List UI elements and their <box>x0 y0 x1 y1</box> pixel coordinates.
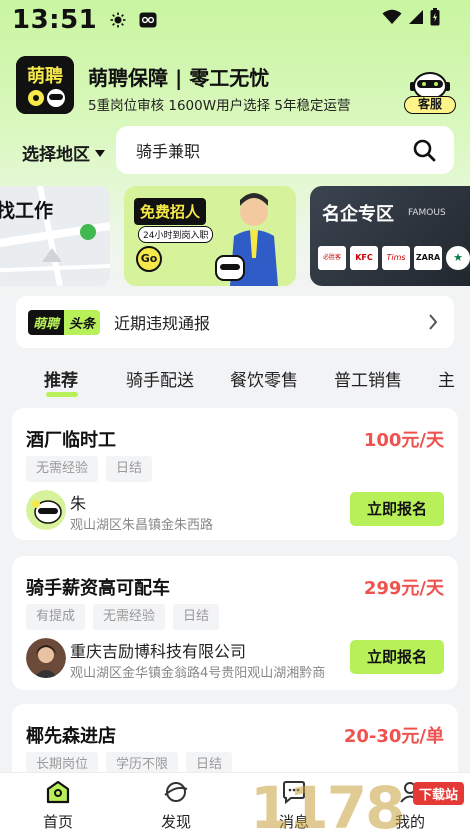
banner-famous-sub: FAMOUS <box>408 208 446 218</box>
company-avatar <box>26 490 66 530</box>
svg-text:萌聘: 萌聘 <box>27 65 63 87</box>
brand-logo-tims: Tims <box>382 246 410 270</box>
brand-logo-pizza-hut: 必胜客 <box>318 246 346 270</box>
discover-icon <box>164 782 188 802</box>
search-icon[interactable] <box>412 138 436 166</box>
nav-profile[interactable]: 我的 <box>380 779 440 832</box>
tab-rider-delivery[interactable]: 骑手配送 <box>126 366 194 391</box>
job-title: 酒厂临时工 <box>26 430 116 451</box>
wifi-icon <box>382 9 402 29</box>
battery-icon <box>430 8 440 30</box>
news-tag-headline: 头条 <box>64 309 101 335</box>
tab-food-retail[interactable]: 餐饮零售 <box>230 366 298 391</box>
status-time: 13:51 <box>12 5 98 35</box>
company-address: 观山湖区朱昌镇金朱西路 <box>70 518 214 533</box>
job-card[interactable]: 骑手薪资高可配车 299元/天 有提成 无需经验 日结 重庆吉励博科技有限公司 … <box>12 556 458 690</box>
status-bar: 13:51 <box>0 0 470 40</box>
banner-recruit-sub: 24小时到岗入职 <box>138 226 214 243</box>
caret-down-icon <box>95 150 105 157</box>
brand-logo-starbucks: ★ <box>446 246 470 270</box>
banner-famous-title: 名企专区 <box>322 204 394 225</box>
apply-button[interactable]: 立即报名 <box>350 640 444 674</box>
job-tag: 日结 <box>106 456 153 482</box>
news-text: 近期违规通报 <box>114 314 211 333</box>
news-tag-brand: 萌聘 <box>28 309 65 335</box>
job-card[interactable]: 酒厂临时工 100元/天 无需经验 日结 朱 观山湖区朱昌镇金朱西路 立即报名 <box>12 408 458 540</box>
brand-logo-kfc: KFC <box>350 246 378 270</box>
bottom-navigation: 首页 发现 消息 我的 <box>0 772 470 836</box>
tab-more[interactable]: 主 <box>438 366 455 391</box>
nav-discover[interactable]: 发现 <box>146 779 206 832</box>
brand-header: 萌聘 萌聘保障 | 零工无忧 5重岗位审核 1600W用户选择 5年稳定运营 客… <box>16 56 456 116</box>
company-name: 朱 <box>70 494 87 513</box>
tab-general-sales[interactable]: 普工销售 <box>334 366 402 391</box>
message-icon <box>283 781 305 805</box>
nav-profile-label: 我的 <box>394 813 425 831</box>
job-tags: 有提成 无需经验 日结 <box>26 604 220 630</box>
apply-button[interactable]: 立即报名 <box>350 492 444 526</box>
job-tags: 无需经验 日结 <box>26 456 153 482</box>
news-headline-bar[interactable]: 萌聘 头条 近期违规通报 <box>16 296 454 348</box>
banner-carousel: 找工作 免费招人 24小时到岗入职 Go 名企专区 FAMOUS 必胜客 KFC… <box>0 186 470 286</box>
banner-go-button: Go <box>136 246 162 272</box>
job-tag: 无需经验 <box>93 604 166 630</box>
businessman-illustration <box>215 193 278 286</box>
banner-find-work-title: 找工作 <box>0 200 54 222</box>
banner-famous-companies[interactable]: 名企专区 FAMOUS 必胜客 KFC Tims ZARA ★ <box>310 186 470 286</box>
service-label: 客服 <box>404 96 456 114</box>
tab-recommend[interactable]: 推荐 <box>44 366 78 391</box>
job-title: 骑手薪资高可配车 <box>26 578 170 599</box>
nav-discover-label: 发现 <box>160 813 191 831</box>
news-tag: 萌聘 头条 <box>28 309 101 335</box>
job-salary: 299元/天 <box>363 578 444 599</box>
brand-logo-zara: ZARA <box>414 246 442 270</box>
region-label: 选择地区 <box>22 145 90 165</box>
company-address: 观山湖区金华镇金翁路4号贵阳观山湖湘黔商 <box>70 666 326 681</box>
banner-free-recruit[interactable]: 免费招人 24小时到岗入职 Go <box>124 186 296 286</box>
app-notification-icon <box>139 11 157 29</box>
region-selector[interactable]: 选择地区 <box>22 140 105 165</box>
search-input[interactable]: 骑手兼职 <box>116 126 454 174</box>
chevron-right-icon <box>428 314 438 334</box>
home-icon <box>46 780 70 804</box>
signal-icon <box>408 9 424 29</box>
job-tag: 无需经验 <box>26 456 99 482</box>
brand-title: 萌聘保障 | 零工无忧 <box>88 66 270 90</box>
profile-icon <box>400 782 420 803</box>
nav-messages[interactable]: 消息 <box>264 779 324 832</box>
brand-subtitle: 5重岗位审核 1600W用户选择 5年稳定运营 <box>88 98 351 114</box>
banner-recruit-title: 免费招人 <box>134 198 207 225</box>
company-name: 重庆吉励博科技有限公司 <box>70 642 247 661</box>
app-logo: 萌聘 <box>16 56 74 114</box>
brightness-icon <box>109 11 127 29</box>
job-tag: 日结 <box>173 604 220 630</box>
banner-find-work[interactable]: 找工作 <box>0 186 110 286</box>
nav-home[interactable]: 首页 <box>28 779 88 832</box>
tab-active-indicator <box>46 392 78 397</box>
robot-icon <box>410 72 450 100</box>
search-value: 骑手兼职 <box>136 142 201 161</box>
job-salary: 20-30元/单 <box>343 726 444 747</box>
customer-service-button[interactable]: 客服 <box>404 66 456 114</box>
job-salary: 100元/天 <box>363 430 444 451</box>
job-title: 椰先森进店 <box>26 726 116 747</box>
company-avatar <box>26 638 66 678</box>
nav-messages-label: 消息 <box>278 813 309 831</box>
nav-home-label: 首页 <box>42 813 73 831</box>
job-tag: 有提成 <box>26 604 86 630</box>
